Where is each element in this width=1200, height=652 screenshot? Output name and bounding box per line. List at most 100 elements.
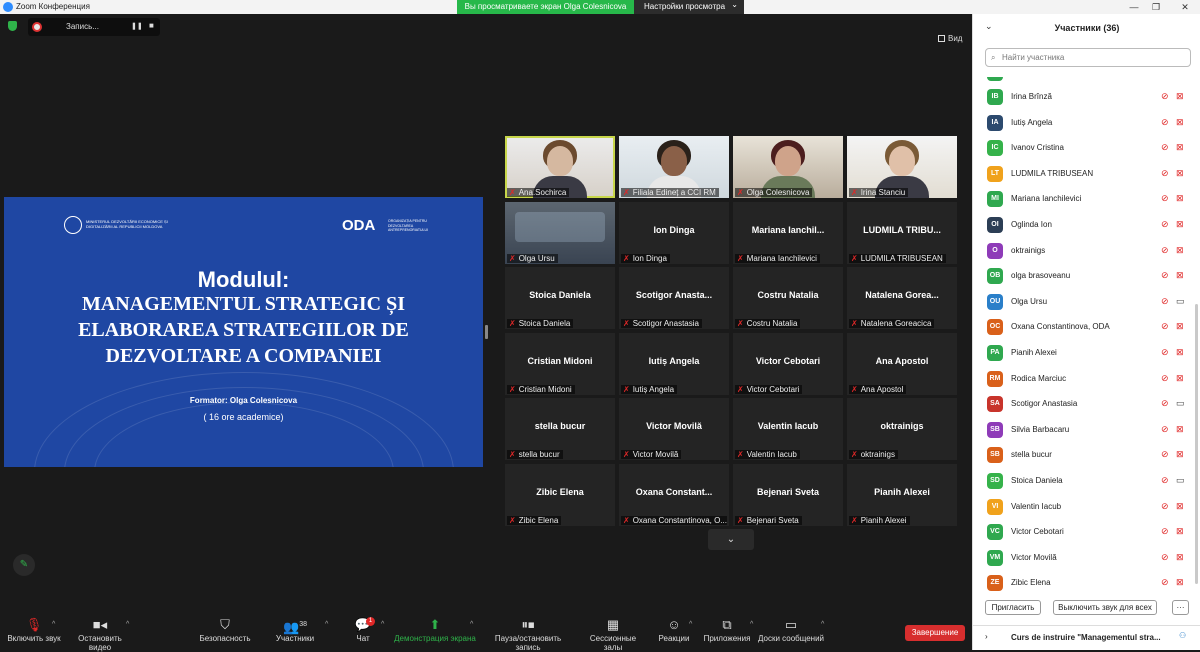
video-on-icon[interactable]: ▭ (1176, 296, 1185, 307)
video-on-icon[interactable]: ▭ (1176, 398, 1185, 409)
participant-row[interactable]: ZE Zibic Elena ⊘ ⊠ (973, 571, 1193, 597)
video-off-icon[interactable]: ⊠ (1176, 526, 1184, 537)
security-button[interactable]: ⛉ Безопасность (198, 616, 252, 643)
muted-microphone-icon[interactable]: ⊘ (1161, 270, 1169, 281)
participant-row[interactable]: VM Victor Movilă ⊘ ⊠ (973, 546, 1193, 572)
participant-row[interactable]: OC Oxana Constantinova, ODA ⊘ ⊠ (973, 315, 1193, 341)
view-options-button[interactable]: Настройки просмотра ⌄ (634, 0, 744, 14)
participant-row[interactable]: OI Oglinda Ion ⊘ ⊠ (973, 213, 1193, 239)
participant-tile[interactable]: Victor Cebotari ✗ Victor Cebotari (733, 333, 843, 395)
participant-row[interactable]: LT LUDMILA TRIBUSEAN ⊘ ⊠ (973, 162, 1193, 188)
muted-microphone-icon[interactable]: ⊘ (1161, 91, 1169, 102)
video-off-icon[interactable]: ⊠ (1176, 577, 1184, 588)
participant-tile[interactable]: Cristian Midoni ✗ Cristian Midoni (505, 333, 615, 395)
view-button[interactable]: Вид (938, 34, 962, 43)
stop-video-button[interactable]: ■◂ Остановить видео (67, 616, 133, 652)
minimize-button[interactable]: — (1127, 1, 1141, 13)
muted-microphone-icon[interactable]: ⊘ (1161, 142, 1169, 153)
participant-tile[interactable]: Victor Movilă ✗ Victor Movilă (619, 398, 729, 460)
muted-microphone-icon[interactable]: ⊘ (1161, 193, 1169, 204)
video-off-icon[interactable]: ⊠ (1176, 449, 1184, 460)
muted-microphone-icon[interactable]: ⊘ (1161, 475, 1169, 486)
collapse-chat-chevron-icon[interactable]: › (985, 632, 988, 641)
muted-microphone-icon[interactable]: ⊘ (1161, 245, 1169, 256)
participant-row[interactable]: OB olga brasoveanu ⊘ ⊠ (973, 264, 1193, 290)
participant-tile[interactable]: Costru Natalia ✗ Costru Natalia (733, 267, 843, 329)
video-off-icon[interactable]: ⊠ (1176, 552, 1184, 563)
participant-tile[interactable]: Scotigor Anasta... ✗ Scotigor Anastasia (619, 267, 729, 329)
share-screen-button[interactable]: ⬆ Демонстрация экрана (394, 616, 476, 643)
video-off-icon[interactable]: ⊠ (1176, 168, 1184, 179)
video-off-icon[interactable]: ⊠ (1176, 424, 1184, 435)
muted-microphone-icon[interactable]: ⊘ (1161, 398, 1169, 409)
maximize-button[interactable]: ❐ (1149, 1, 1163, 13)
participant-tile[interactable]: Valentin Iacub ✗ Valentin Iacub (733, 398, 843, 460)
splitter-handle[interactable] (485, 325, 488, 339)
participant-video-tile[interactable]: ✗ Irina Stanciu (847, 136, 957, 198)
muted-microphone-icon[interactable]: ⊘ (1161, 296, 1169, 307)
annotate-pencil-button[interactable]: ✎ (13, 554, 35, 576)
muted-microphone-icon[interactable]: ⊘ (1161, 424, 1169, 435)
close-button[interactable]: ✕ (1178, 1, 1192, 13)
video-off-icon[interactable]: ⊠ (1176, 347, 1184, 358)
participant-tile[interactable]: Pianih Alexei ✗ Pianih Alexei (847, 464, 957, 526)
video-off-icon[interactable]: ⊠ (1176, 245, 1184, 256)
muted-microphone-icon[interactable]: ⊘ (1161, 321, 1169, 332)
participant-row[interactable]: SD Stoica Daniela ⊘ ▭ (973, 469, 1193, 495)
video-off-icon[interactable]: ⊠ (1176, 219, 1184, 230)
participant-row[interactable]: VC Victor Cebotari ⊘ ⊠ (973, 520, 1193, 546)
participant-tile[interactable]: Stoica Daniela ✗ Stoica Daniela (505, 267, 615, 329)
video-off-icon[interactable]: ⊠ (1176, 91, 1184, 102)
participant-tile[interactable]: stella bucur ✗ stella bucur (505, 398, 615, 460)
participant-tile[interactable]: Mariana Ianchil... ✗ Mariana Ianchilevici (733, 202, 843, 264)
participant-video-tile[interactable]: ✗ Olga Colesnicova (733, 136, 843, 198)
breakout-rooms-button[interactable]: ▦ Сессионные залы (580, 616, 646, 652)
end-meeting-button[interactable]: Завершение (905, 625, 965, 641)
participant-tile[interactable]: Ana Apostol ✗ Ana Apostol (847, 333, 957, 395)
participant-tile[interactable]: Oxana Constant... ✗ Oxana Constantinova, O… (619, 464, 729, 526)
mute-all-button[interactable]: Выключить звук для всех (1053, 600, 1157, 615)
participant-tile[interactable]: LUDMILA TRIBU... ✗ LUDMILA TRIBUSEAN (847, 202, 957, 264)
participants-options-caret-icon[interactable]: ^ (325, 621, 328, 628)
pause-stop-recording-button[interactable]: ⏸⏹ Пауза/остановить запись (482, 616, 574, 652)
apps-options-caret-icon[interactable]: ^ (750, 621, 753, 628)
video-off-icon[interactable]: ⊠ (1176, 270, 1184, 281)
participant-video-tile[interactable]: ✗ Olga Ursu (505, 202, 615, 264)
participant-row[interactable]: IA Iutiș Angela ⊘ ⊠ (973, 111, 1193, 137)
muted-microphone-icon[interactable]: ⊘ (1161, 219, 1169, 230)
pause-recording-button[interactable]: ❚❚ (131, 22, 143, 30)
video-off-icon[interactable]: ⊠ (1176, 142, 1184, 153)
participant-row[interactable]: PA Pianih Alexei ⊘ ⊠ (973, 341, 1193, 367)
chat-options-caret-icon[interactable]: ^ (381, 621, 384, 628)
muted-microphone-icon[interactable]: ⊘ (1161, 501, 1169, 512)
participant-row[interactable]: VI Valentin Iacub ⊘ ⊠ (973, 495, 1193, 521)
participant-tile[interactable]: oktrainigs ✗ oktrainigs (847, 398, 957, 460)
participant-tile[interactable]: Zibic Elena ✗ Zibic Elena (505, 464, 615, 526)
stop-recording-button[interactable]: ■ (149, 21, 154, 30)
participant-tile[interactable]: Bejenari Sveta ✗ Bejenari Sveta (733, 464, 843, 526)
participant-row[interactable]: SB stella bucur ⊘ ⊠ (973, 443, 1193, 469)
muted-microphone-icon[interactable]: ⊘ (1161, 526, 1169, 537)
more-options-button[interactable]: ··· (1172, 600, 1189, 615)
reactions-options-caret-icon[interactable]: ^ (689, 621, 692, 628)
participant-row[interactable]: OU Olga Ursu ⊘ ▭ (973, 290, 1193, 316)
participant-tile[interactable]: Ion Dinga ✗ Ion Dinga (619, 202, 729, 264)
invite-button[interactable]: Пригласить (985, 600, 1041, 615)
share-options-caret-icon[interactable]: ^ (470, 621, 473, 628)
video-off-icon[interactable]: ⊠ (1176, 321, 1184, 332)
video-on-icon[interactable]: ▭ (1176, 475, 1185, 486)
participant-row[interactable]: Ooktrainigs ⊘ ⊠ (973, 239, 1193, 265)
participant-row[interactable]: MI Mariana Ianchilevici ⊘ ⊠ (973, 187, 1193, 213)
gallery-next-page-button[interactable]: ⌄ (708, 529, 754, 550)
participant-row[interactable]: SB Silvia Barbacaru ⊘ ⊠ (973, 418, 1193, 444)
participant-row[interactable]: RM Rodica Marciuc ⊘ ⊠ (973, 367, 1193, 393)
whiteboards-options-caret-icon[interactable]: ^ (821, 621, 824, 628)
audio-options-caret-icon[interactable]: ^ (52, 621, 55, 628)
participant-video-tile[interactable]: ✗ Filiala Edineț a CCI RM (619, 136, 729, 198)
muted-microphone-icon[interactable]: ⊘ (1161, 347, 1169, 358)
muted-microphone-icon[interactable]: ⊘ (1161, 373, 1169, 384)
video-off-icon[interactable]: ⊠ (1176, 501, 1184, 512)
participant-video-tile[interactable]: ✗ Ana.Sochirca (505, 136, 615, 198)
muted-microphone-icon[interactable]: ⊘ (1161, 117, 1169, 128)
muted-microphone-icon[interactable]: ⊘ (1161, 552, 1169, 563)
